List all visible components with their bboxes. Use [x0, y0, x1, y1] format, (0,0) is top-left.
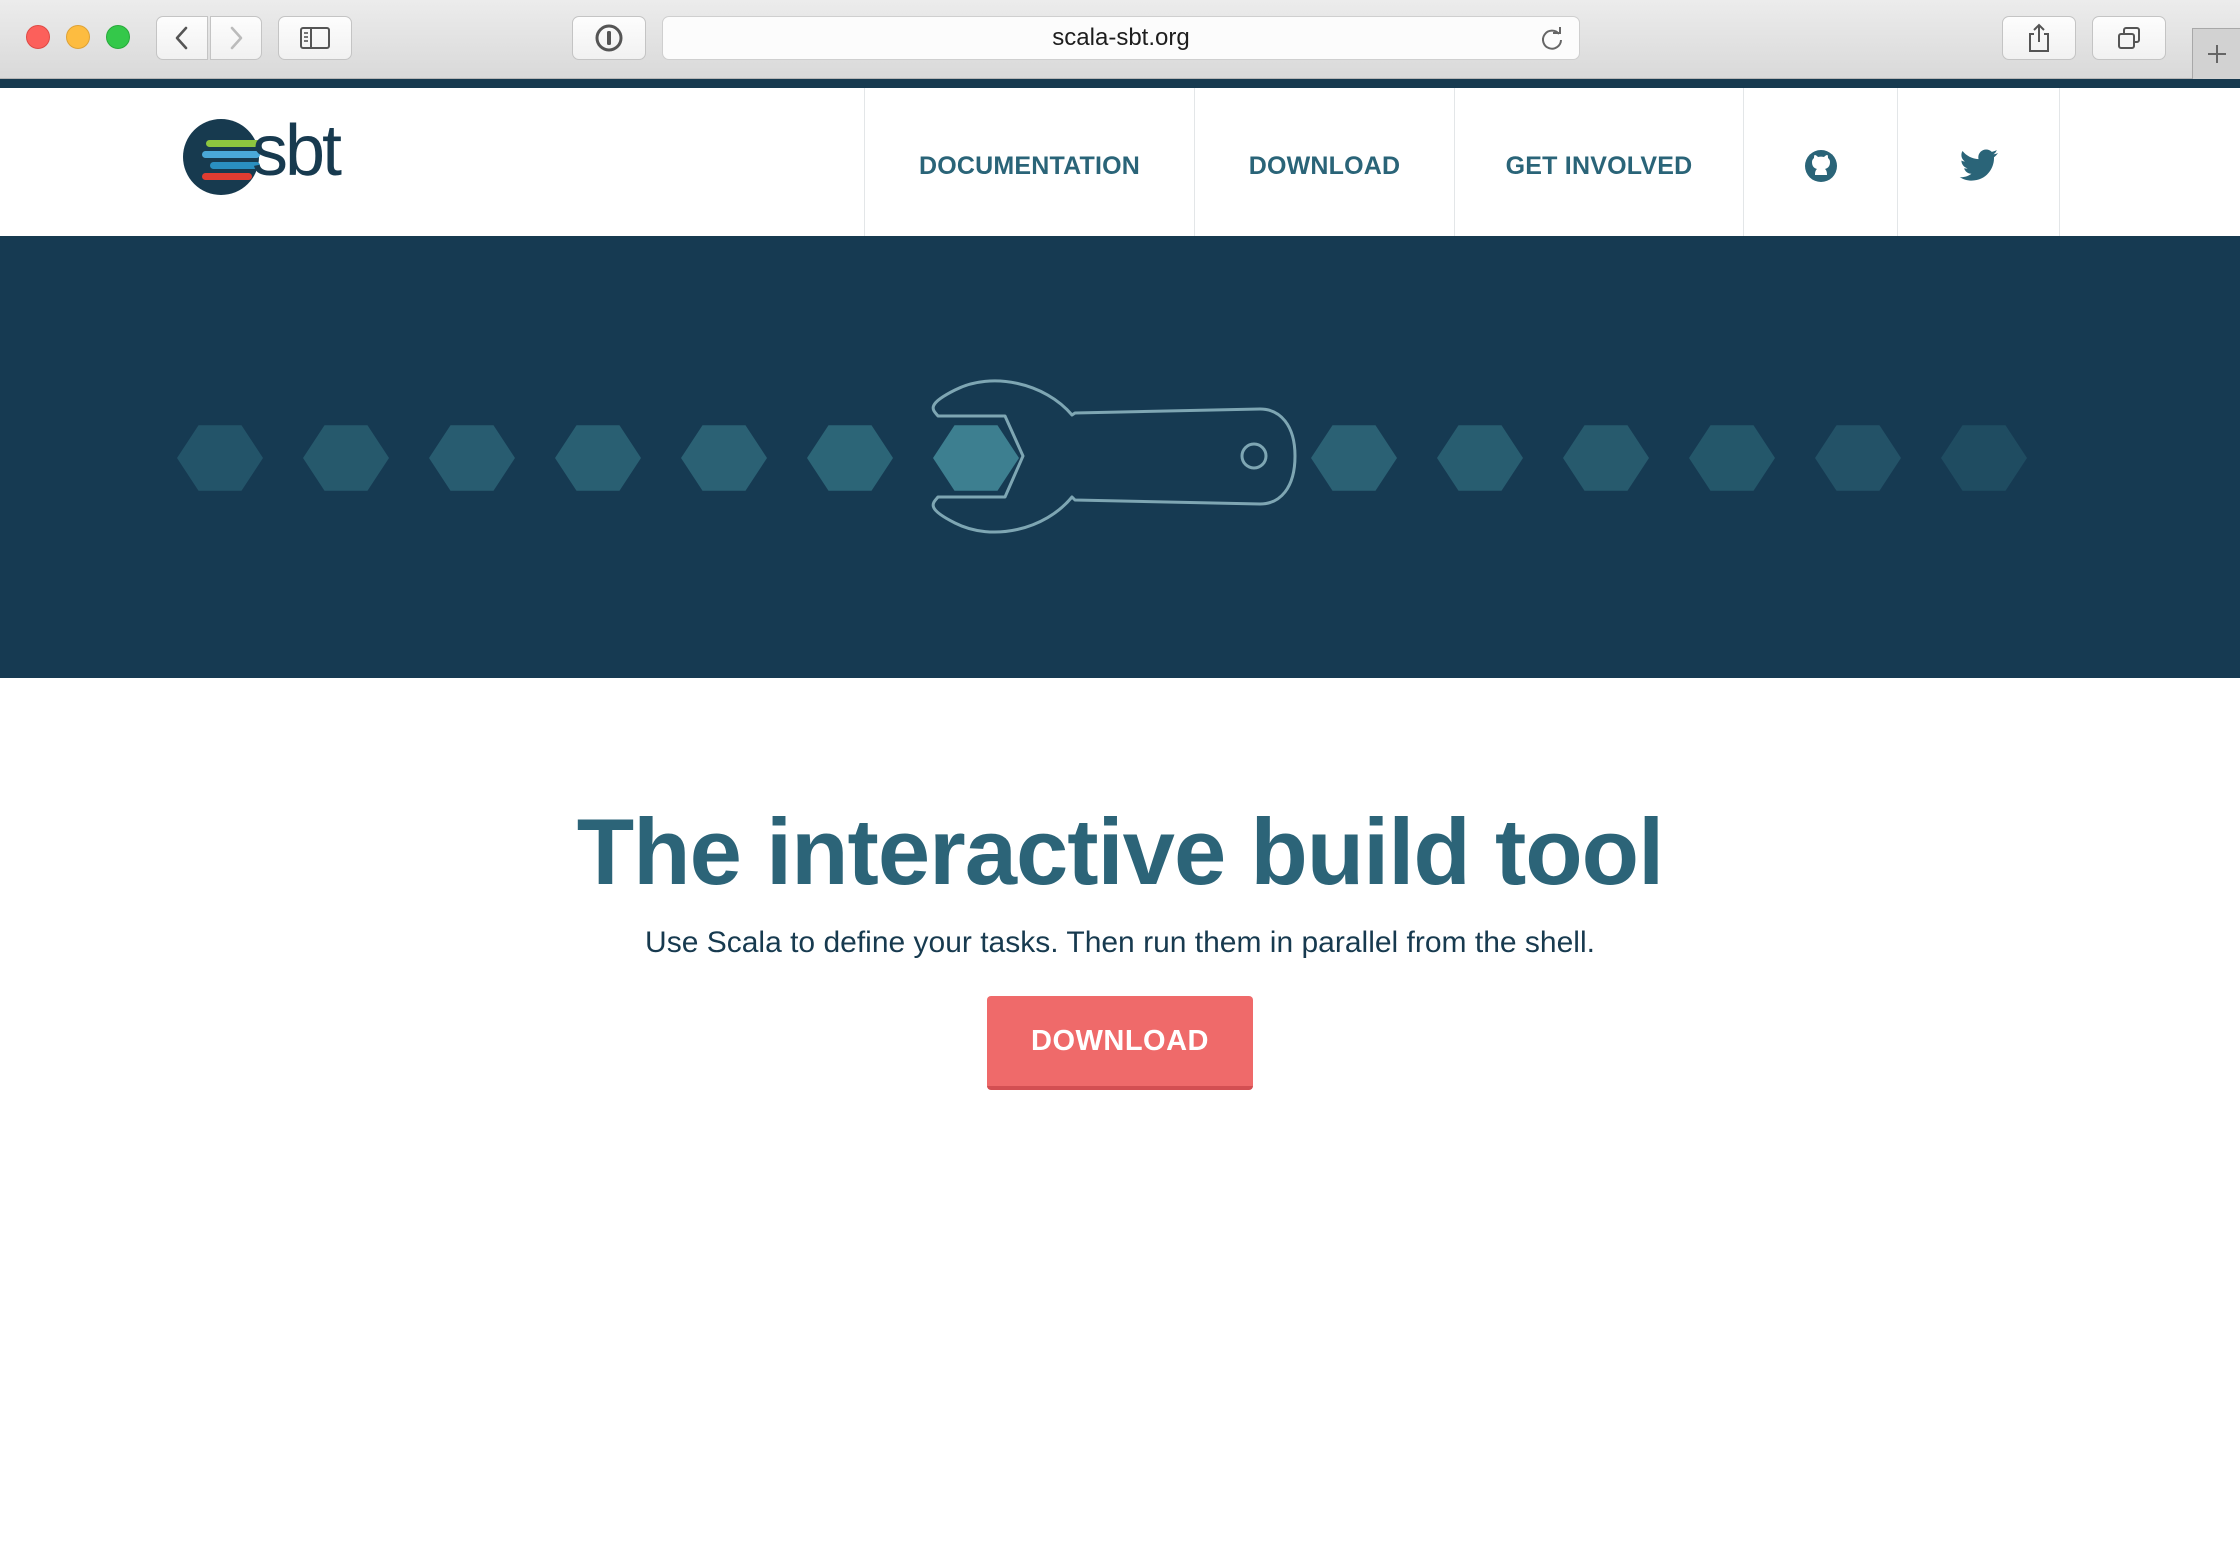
back-button[interactable] — [156, 16, 208, 60]
main-nav: DOCUMENTATION DOWNLOAD GET INVOLVED — [864, 88, 2060, 236]
close-window-button[interactable] — [26, 25, 50, 49]
header-top-strip — [0, 79, 2240, 88]
hexagon-shape — [933, 425, 1019, 491]
hexagon-shape — [1311, 425, 1397, 491]
chevron-left-icon — [175, 26, 188, 50]
share-icon — [2029, 23, 2049, 52]
nav-get-involved[interactable]: GET INVOLVED — [1454, 88, 1743, 236]
download-button[interactable]: DOWNLOAD — [987, 996, 1253, 1090]
reload-icon[interactable] — [1539, 26, 1565, 52]
browser-toolbar: scala-sbt.org — [0, 0, 2240, 79]
hexagon-shape — [555, 425, 641, 491]
hexagon-shape — [1689, 425, 1775, 491]
chevron-right-icon — [230, 26, 243, 50]
show-tabs-button[interactable] — [2092, 16, 2166, 60]
hexagon-row — [177, 425, 2027, 491]
address-bar[interactable]: scala-sbt.org — [662, 16, 1580, 60]
logo-text: sbt — [252, 111, 342, 191]
hexagon-shape — [681, 425, 767, 491]
new-tab-button[interactable] — [2192, 28, 2240, 79]
sidebar-icon — [300, 27, 330, 49]
hexagon-shape — [429, 425, 515, 491]
keyhole-icon — [595, 24, 623, 52]
nav-documentation[interactable]: DOCUMENTATION — [864, 88, 1194, 236]
share-button[interactable] — [2002, 16, 2076, 60]
page-headline: The interactive build tool — [576, 799, 1664, 904]
hexagon-shape — [303, 425, 389, 491]
nav-twitter[interactable] — [1897, 88, 2060, 236]
nav-github[interactable] — [1743, 88, 1897, 236]
nav-download[interactable]: DOWNLOAD — [1194, 88, 1454, 236]
hero-illustration — [177, 379, 2027, 534]
plus-icon — [2207, 45, 2226, 63]
zoom-window-button[interactable] — [106, 25, 130, 49]
hexagon-shape — [1815, 425, 1901, 491]
page-subheadline: Use Scala to define your tasks. Then run… — [645, 926, 1595, 959]
twitter-icon — [1959, 149, 1998, 181]
hexagon-shape — [807, 425, 893, 491]
sbt-logo-mark — [183, 119, 260, 195]
url-text: scala-sbt.org — [1052, 24, 1190, 51]
hexagon-shape — [1437, 425, 1523, 491]
hero-banner — [0, 238, 2240, 678]
site-header: sbt DOCUMENTATION DOWNLOAD GET INVOLVED — [0, 88, 2240, 238]
sbt-logo[interactable]: sbt — [182, 111, 342, 196]
github-icon — [1804, 150, 1837, 182]
password-manager-button[interactable] — [572, 16, 646, 60]
hexagon-shape — [177, 425, 263, 491]
hexagon-shape — [1563, 425, 1649, 491]
tabs-icon — [2118, 27, 2140, 49]
sidebar-toggle-button[interactable] — [278, 16, 352, 60]
minimize-window-button[interactable] — [66, 25, 90, 49]
hexagon-shape — [1941, 425, 2027, 491]
forward-button[interactable] — [210, 16, 262, 60]
